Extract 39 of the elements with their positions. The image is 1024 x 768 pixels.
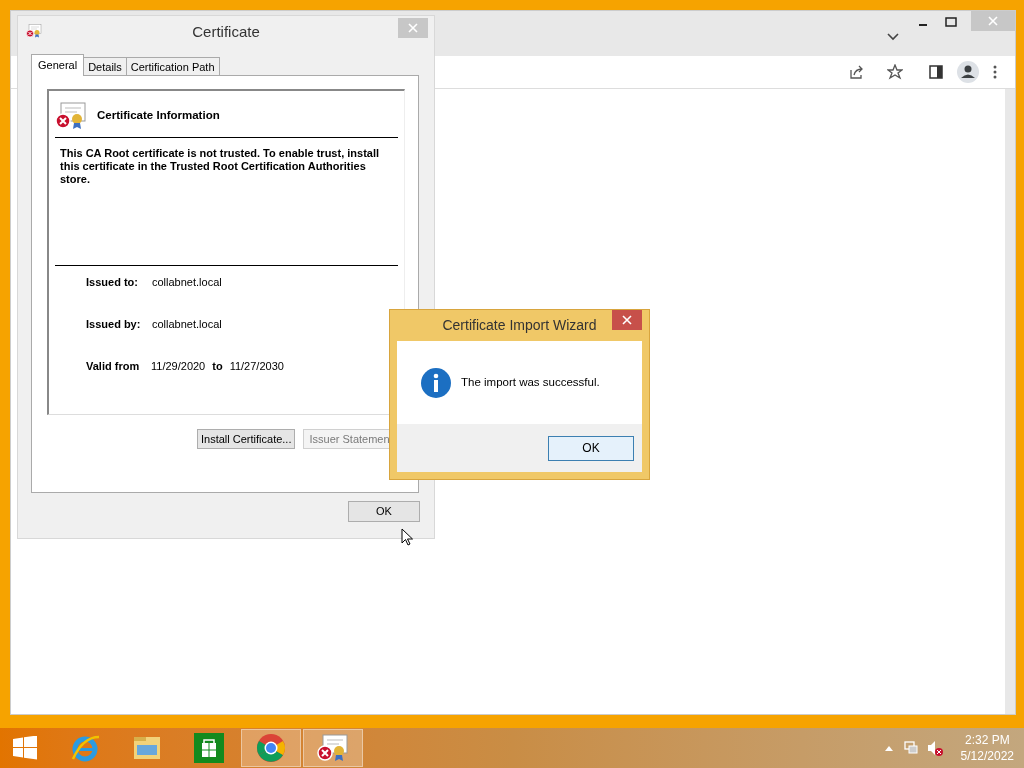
maximize-icon[interactable]	[945, 17, 957, 27]
chevron-down-icon[interactable]	[887, 33, 899, 41]
mouse-cursor-icon	[401, 528, 413, 546]
more-menu-icon[interactable]	[993, 65, 997, 79]
profile-icon[interactable]	[957, 61, 979, 83]
install-certificate-button[interactable]: Install Certificate...	[197, 429, 296, 449]
speaker-muted-icon[interactable]	[926, 740, 943, 756]
certificate-error-icon	[26, 24, 42, 38]
certificate-error-icon	[317, 734, 349, 762]
close-button[interactable]	[612, 310, 642, 330]
field-label: Issued by:	[86, 317, 142, 333]
star-icon[interactable]	[887, 64, 903, 80]
windows-start-icon[interactable]	[13, 736, 37, 760]
field-value: 11/29/2020	[151, 359, 206, 375]
side-panel-icon[interactable]	[929, 65, 943, 79]
field-label: Issued to:	[86, 275, 139, 291]
field-value: 11/27/2030	[229, 359, 284, 375]
trust-message: This CA Root certificate is not trusted. To enable trust, install this certificate in the Trusted Root Certification Authorities store.	[60, 147, 381, 186]
success-message: The import was successful.	[461, 374, 600, 390]
window-title: Certificate	[192, 21, 260, 42]
taskbar-button[interactable]	[241, 729, 301, 767]
ok-button[interactable]: OK	[548, 435, 634, 461]
certificate-error-icon	[55, 102, 87, 130]
store-bag-icon[interactable]	[194, 733, 224, 763]
field-label: to	[212, 359, 223, 375]
window-title: Certificate Import Wizard	[442, 316, 597, 335]
field-label: Valid from	[86, 359, 141, 375]
taskbar-button[interactable]	[303, 729, 363, 767]
info-icon	[421, 367, 451, 398]
tray-arrow-icon[interactable]	[884, 745, 893, 751]
chrome-icon[interactable]	[256, 733, 286, 763]
share-icon[interactable]	[849, 64, 865, 80]
field-value: collabnet.local	[152, 317, 222, 333]
info-heading: Certificate Information	[97, 108, 220, 124]
field-value: collabnet.local	[152, 275, 222, 291]
ok-button[interactable]: OK	[348, 501, 420, 522]
tab[interactable]: General	[31, 54, 85, 76]
tab[interactable]: Details	[84, 57, 127, 76]
close-icon[interactable]	[622, 315, 632, 325]
